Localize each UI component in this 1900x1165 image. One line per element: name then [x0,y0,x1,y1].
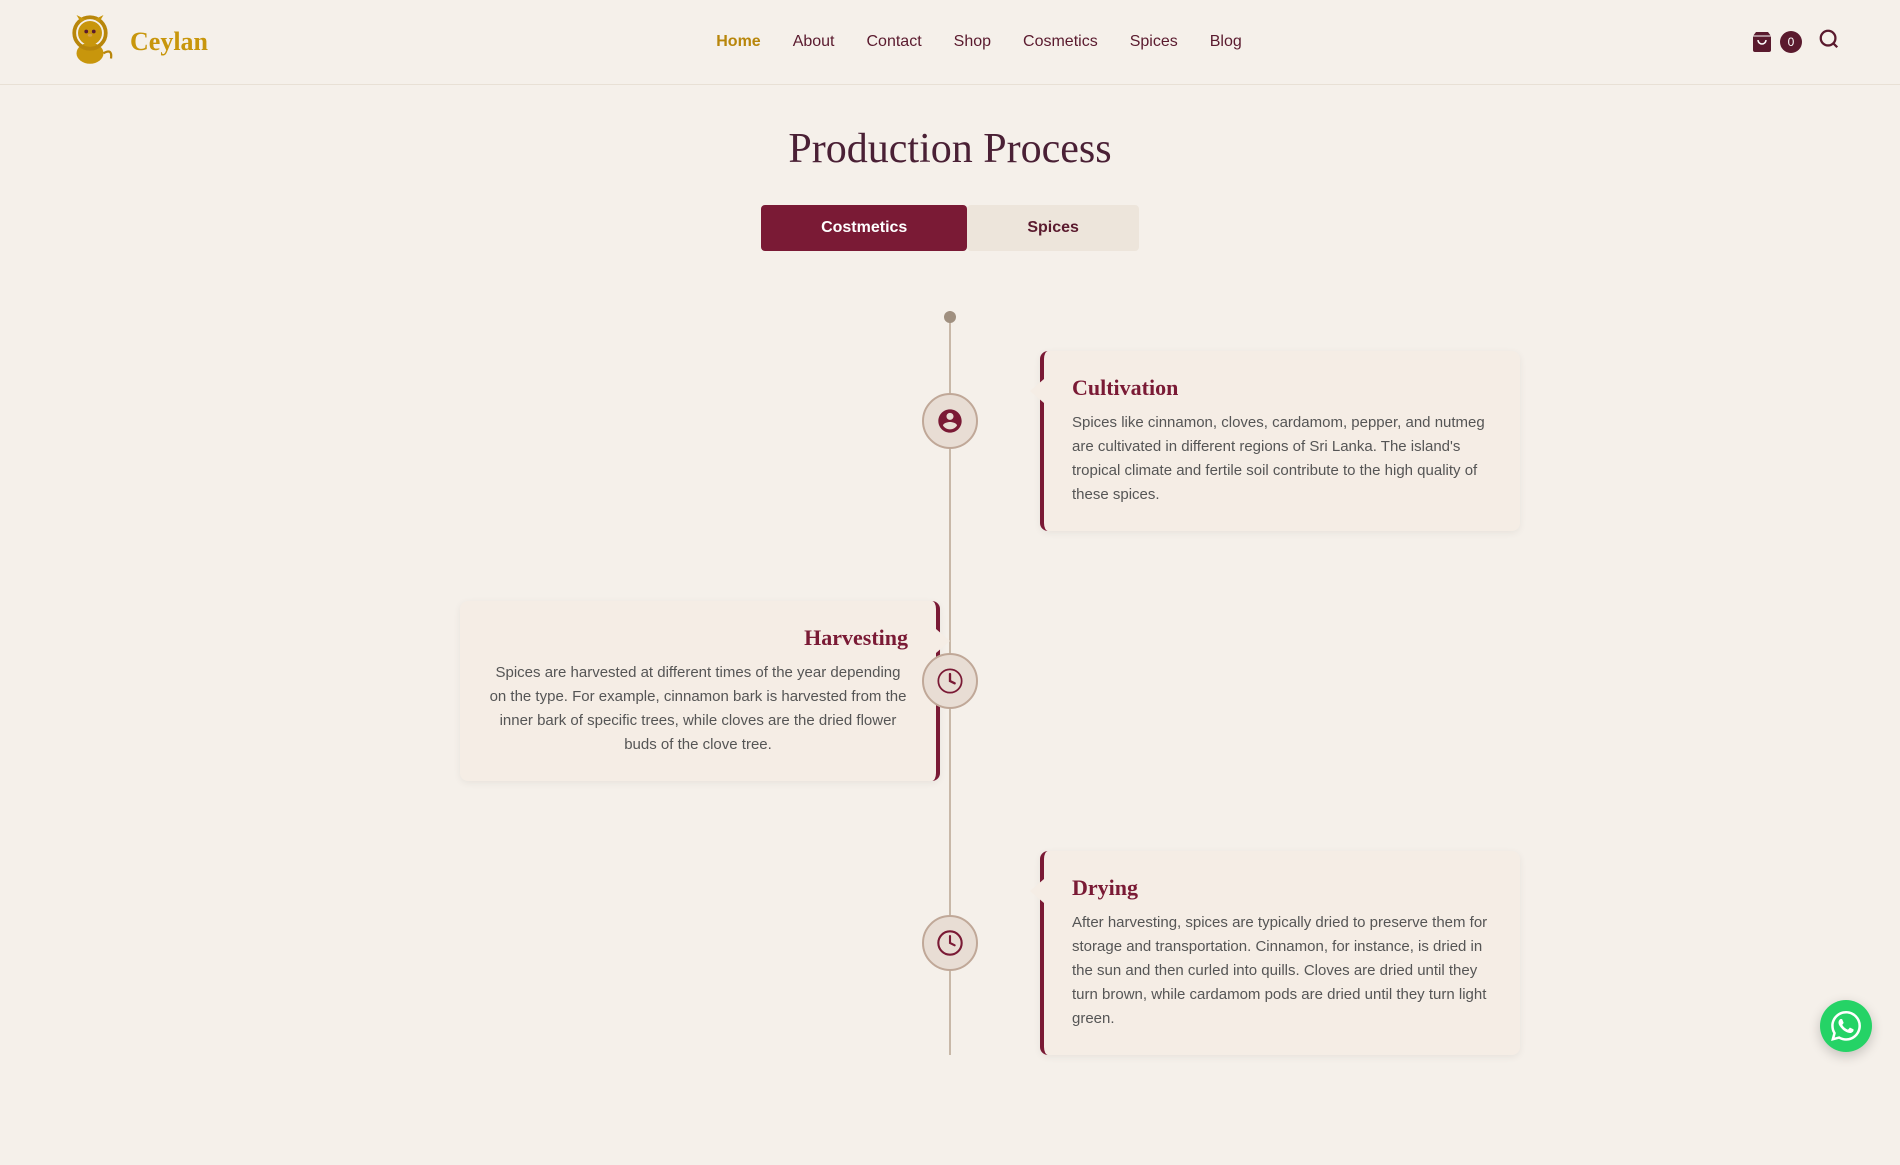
cultivation-icon [936,407,964,435]
cart-area: 0 [1750,28,1840,56]
logo-icon [60,12,120,72]
harvesting-icon-circle [922,653,978,709]
drying-text: After harvesting, spices are typically d… [1072,911,1492,1031]
harvesting-card-wrapper: Harvesting Spices are harvested at diffe… [380,601,860,781]
tab-cosmetics[interactable]: Costmetics [761,205,967,251]
cultivation-title: Cultivation [1072,375,1492,401]
timeline-step-cultivation: Cultivation Spices like cinnamon, cloves… [380,311,1520,531]
drying-card: Drying After harvesting, spices are typi… [1040,851,1520,1055]
page-title: Production Process [0,125,1900,173]
harvesting-card: Harvesting Spices are harvested at diffe… [460,601,940,781]
nav-item-blog[interactable]: Blog [1210,33,1242,51]
main-content: Production Process Costmetics Spices C [0,85,1900,1165]
logo-area[interactable]: Ceylan [60,12,208,72]
header: Ceylan Home About Contact Shop Cosmetics… [0,0,1900,85]
nav-item-shop[interactable]: Shop [954,33,991,51]
nav-item-cosmetics[interactable]: Cosmetics [1023,33,1098,51]
drying-icon-circle [922,915,978,971]
harvesting-text: Spices are harvested at different times … [488,661,908,757]
search-button[interactable] [1818,28,1840,56]
tab-spices[interactable]: Spices [967,205,1139,251]
main-nav: Home About Contact Shop Cosmetics Spices… [716,33,1242,51]
drying-connector [1030,879,1044,903]
cart-count: 0 [1780,31,1802,53]
cultivation-text: Spices like cinnamon, cloves, cardamom, … [1072,411,1492,507]
drying-title: Drying [1072,875,1492,901]
cart-button[interactable]: 0 [1750,30,1802,54]
drying-card-wrapper: Drying After harvesting, spices are typi… [1040,851,1520,1055]
nav-item-home[interactable]: Home [716,33,760,51]
cultivation-card: Cultivation Spices like cinnamon, cloves… [1040,351,1520,531]
whatsapp-icon [1831,1011,1861,1041]
timeline-step-harvesting: Harvesting Spices are harvested at diffe… [380,581,1520,781]
timeline-step-drying: Drying After harvesting, spices are typi… [380,831,1520,1055]
whatsapp-button[interactable] [1820,1000,1872,1052]
cultivation-card-wrapper: Cultivation Spices like cinnamon, cloves… [1040,351,1520,531]
cart-icon [1750,30,1774,54]
cultivation-icon-circle [922,393,978,449]
harvesting-connector [936,629,950,653]
tabs-container: Costmetics Spices [0,205,1900,251]
harvesting-title: Harvesting [488,625,908,651]
harvesting-icon [936,667,964,695]
timeline-dot-top [944,311,956,323]
search-icon [1818,28,1840,50]
nav-item-contact[interactable]: Contact [867,33,922,51]
drying-icon [936,929,964,957]
cultivation-connector [1030,379,1044,403]
nav-item-spices[interactable]: Spices [1130,33,1178,51]
timeline: Cultivation Spices like cinnamon, cloves… [300,311,1600,1055]
nav-item-about[interactable]: About [793,33,835,51]
logo-text: Ceylan [130,27,208,57]
